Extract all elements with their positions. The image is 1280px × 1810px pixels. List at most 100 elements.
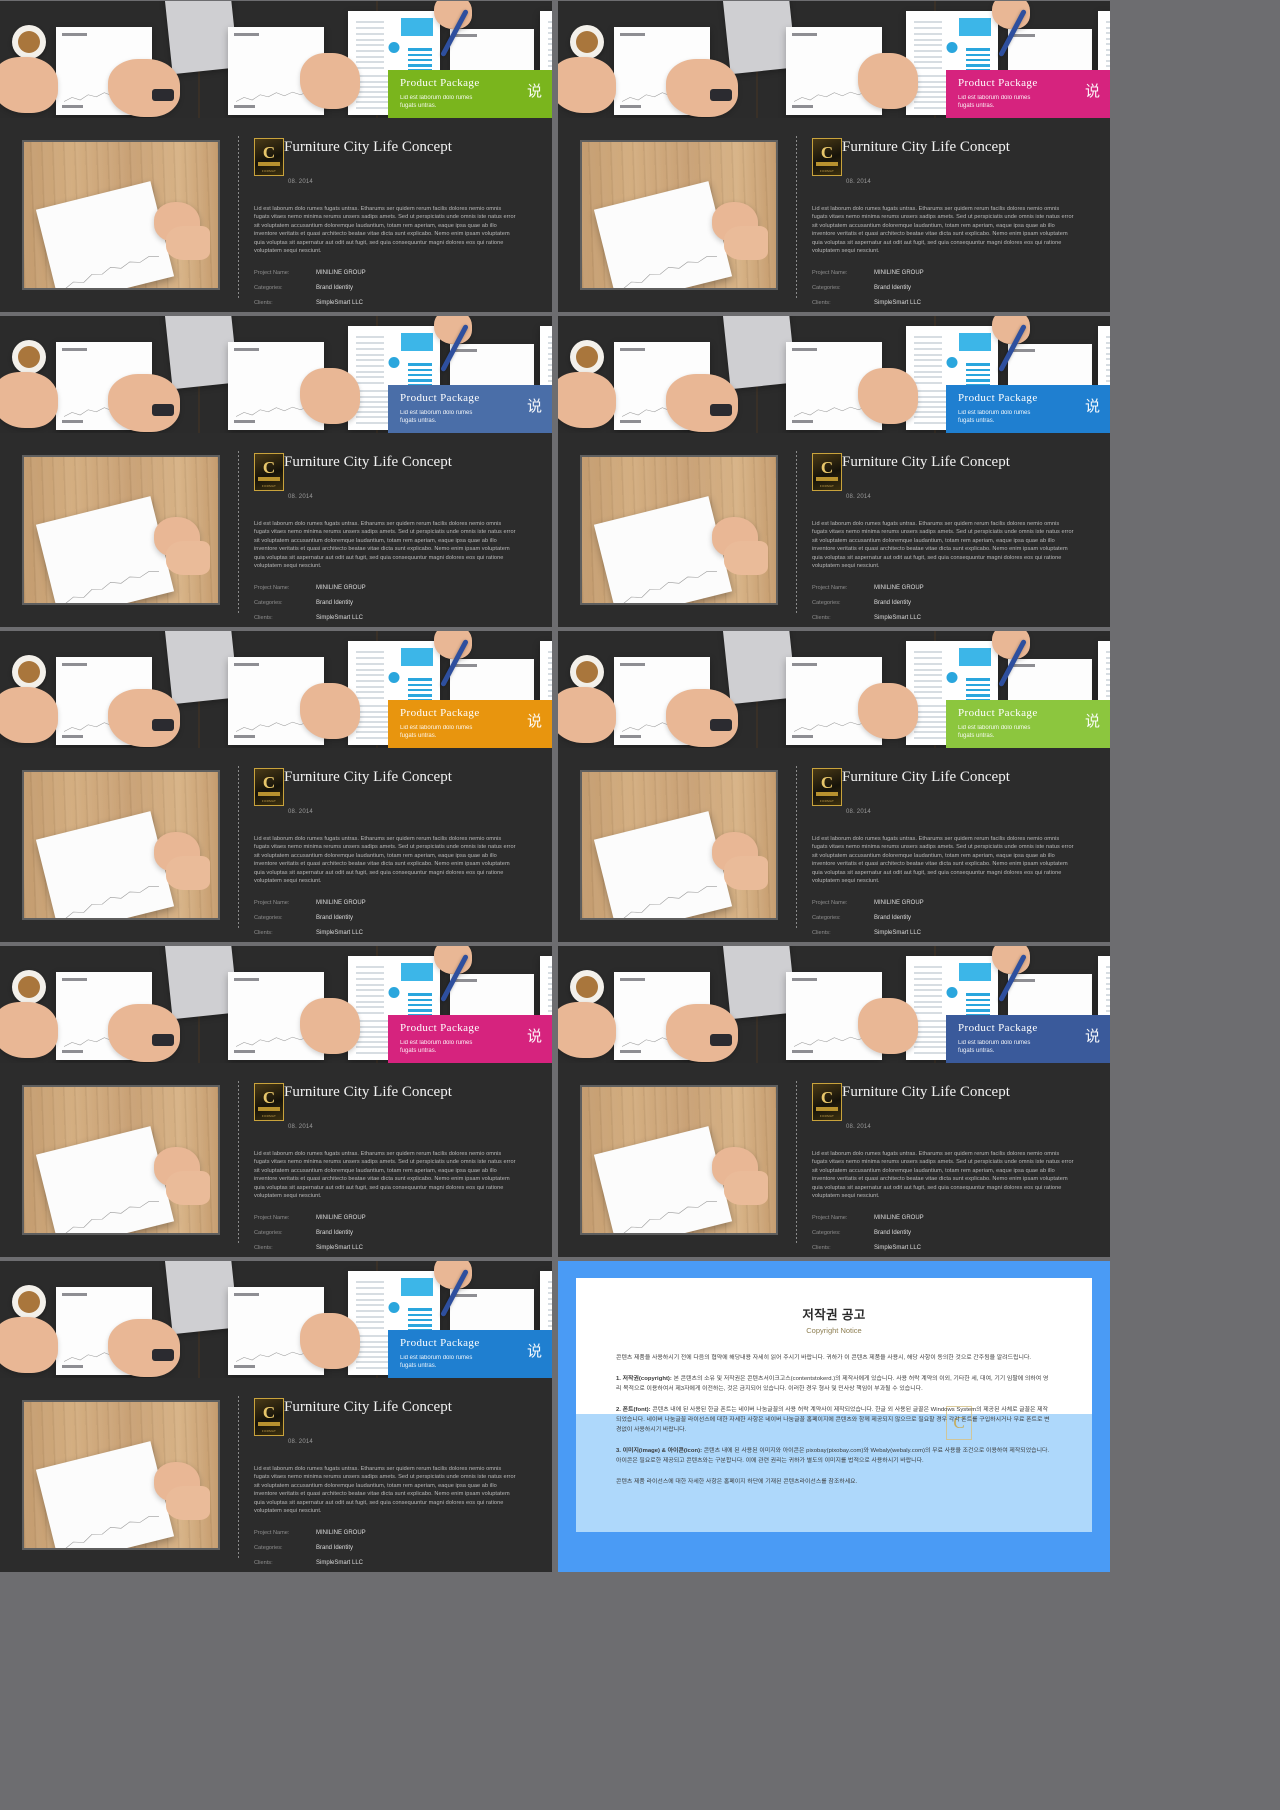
promo-banner[interactable]: Product Package Lid est laborum dolo rume…: [388, 70, 552, 118]
promo-subtitle: Lid est laborum dolo rumes fugats untras.: [958, 725, 1031, 739]
paper-footer-rule: [619, 734, 641, 738]
chart-bar-group: [120, 883, 128, 886]
chart-bar-group: [140, 1193, 148, 1196]
doc-header-block: [401, 648, 433, 666]
portfolio-slide: C FORMAT Furniture City Life Concept 08. 20…: [558, 1063, 1110, 1257]
slide-preview-card[interactable]: Product Package Lid est laborum dolo rume…: [558, 316, 1110, 627]
slide-title-row: C FORMAT Furniture City Life Concept: [254, 768, 534, 806]
slide-title-row: C FORMAT Furniture City Life Concept: [812, 453, 1092, 491]
tilted-chart-paper: [35, 181, 175, 288]
cjk-glyph: 说: [526, 1028, 542, 1045]
slide-preview-card[interactable]: Product Package Lid est laborum dolo rume…: [0, 1, 552, 312]
promo-banner[interactable]: Product Package Lid est laborum dolo rume…: [388, 1330, 552, 1378]
promo-title: Product Package: [400, 707, 480, 719]
chart-bar-group: [617, 583, 626, 586]
slide-preview-card[interactable]: Product Package Lid est laborum dolo rume…: [558, 1, 1110, 312]
slide-paragraph: Lid est laborum dolo rumes fugats untras…: [812, 1151, 1074, 1200]
slide-title-row: C FORMAT Furniture City Life Concept: [812, 1083, 1092, 1121]
paper-header-rule: [61, 663, 87, 667]
promo-banner[interactable]: Product Package Lid est laborum dolo rume…: [388, 700, 552, 748]
doc-text-line: [1105, 341, 1110, 344]
portfolio-slide: C FORMAT Furniture City Life Concept 08. 20…: [0, 748, 552, 942]
doc-text-line: [547, 1319, 552, 1322]
slide-date: 08. 2014: [846, 809, 871, 815]
promo-banner[interactable]: Product Package Lid est laborum dolo rume…: [388, 1015, 552, 1063]
slide-date: 08. 2014: [846, 494, 871, 500]
chart-bar-group: [617, 898, 626, 901]
promo-banner[interactable]: Product Package Lid est laborum dolo rume…: [946, 70, 1110, 118]
tilted-chart-paper: [35, 1441, 175, 1548]
slide-date: 08. 2014: [288, 1439, 313, 1445]
doc-text-line: [547, 1004, 552, 1007]
doc-text-line: [1105, 651, 1110, 653]
promo-banner[interactable]: Product Package Lid est laborum dolo rume…: [946, 1015, 1110, 1063]
doc-text-line: [914, 972, 942, 975]
slide-photo-banner: Product Package Lid est laborum dolo rume…: [558, 946, 1110, 1063]
doc-text-line: [914, 50, 942, 52]
meta-row: Categories: Brand Identity: [254, 1230, 534, 1236]
doc-text-line: [547, 695, 552, 697]
doc-text-line: [1105, 37, 1110, 40]
doc-text-line: [356, 1315, 384, 1318]
copyright-sheet: 저작권 공고 Copyright Notice C 콘텐츠 제품을 사용하시기 전에 …: [576, 1278, 1092, 1532]
slide-info: C FORMAT Furniture City Life Concept 08. 20…: [796, 136, 1092, 306]
doc-text-line: [547, 684, 552, 686]
doc-text-line: [914, 691, 942, 694]
meta-row: Clients: SimpleSmart LLC: [254, 930, 534, 936]
chart-bar-group: [698, 1193, 706, 1196]
slide-preview-card[interactable]: Product Package Lid est laborum dolo rume…: [558, 631, 1110, 942]
doc-accent-line: [407, 368, 432, 372]
doc-text-line: [914, 966, 942, 969]
chart-bar-group: [698, 563, 706, 566]
doc-accent-line: [965, 683, 990, 687]
doc-accent-line: [965, 1003, 990, 1007]
chart-bar-group: [99, 1518, 108, 1521]
slide-preview-card[interactable]: Product Package Lid est laborum dolo rume…: [0, 316, 552, 627]
hand: [300, 1313, 360, 1369]
slide-preview-card[interactable]: Product Package Lid est laborum dolo rume…: [0, 946, 552, 1257]
promo-subtitle: Lid est laborum dolo rumes fugats untras.: [400, 1040, 473, 1054]
meta-value: MINILINE GROUP: [316, 1530, 366, 1537]
slide-title-row: C FORMAT Furniture City Life Concept: [812, 768, 1092, 806]
promo-title: Product Package: [400, 392, 480, 404]
doc-header-block: [401, 333, 433, 351]
slide-photo-banner: Product Package Lid est laborum dolo rume…: [0, 631, 552, 748]
paper-header-rule: [455, 349, 477, 353]
slide-preview-card[interactable]: Product Package Lid est laborum dolo rume…: [0, 1261, 552, 1572]
page-title: Furniture City Life Concept: [284, 139, 452, 155]
promo-banner[interactable]: Product Package Lid est laborum dolo rume…: [946, 385, 1110, 433]
doc-text-line: [356, 67, 384, 70]
doc-text-line: [914, 342, 942, 345]
slide-preview-card[interactable]: Product Package Lid est laborum dolo rume…: [558, 946, 1110, 1257]
doc-accent-line: [407, 998, 432, 1002]
meta-value: SimpleSmart LLC: [874, 615, 922, 622]
slide-preview-grid: Product Package Lid est laborum dolo rume…: [0, 0, 1280, 1574]
slide-preview-card[interactable]: Product Package Lid est laborum dolo rume…: [0, 631, 552, 942]
portfolio-slide: C FORMAT Furniture City Life Concept 08. 20…: [0, 118, 552, 312]
hand: [300, 53, 360, 109]
chart-bar-group: [667, 571, 676, 573]
slide-photo-thumbnail: [580, 770, 778, 920]
doc-text-line: [1105, 993, 1110, 996]
meta-key: Categories:: [254, 600, 283, 607]
wristwatch: [152, 404, 174, 416]
hand: [666, 689, 738, 747]
logo-bar: [816, 162, 838, 166]
chart-bar-group: [698, 878, 706, 881]
logo-sub: FORMAT: [261, 1114, 277, 1118]
promo-banner[interactable]: Product Package Lid est laborum dolo rume…: [388, 385, 552, 433]
paper-header-rule: [791, 33, 817, 37]
page-title: Furniture City Life Concept: [842, 139, 1010, 155]
promo-banner[interactable]: Product Package Lid est laborum dolo rume…: [946, 700, 1110, 748]
chart-bar-group: [708, 560, 717, 563]
contents-logo-icon: C FORMAT: [812, 768, 842, 806]
dotted-divider: [796, 766, 797, 930]
doc-text-line: [914, 983, 942, 986]
promo-subtitle: Lid est laborum dolo rumes fugats untras.: [958, 1040, 1031, 1054]
chart-bar-group: [688, 565, 696, 568]
doc-text-line: [1105, 684, 1110, 686]
doc-accent-line: [965, 48, 990, 51]
contents-logo-icon: C FORMAT: [812, 453, 842, 491]
doc-text-line: [356, 353, 384, 356]
copyright-notice-card[interactable]: 저작권 공고 Copyright Notice C 콘텐츠 제품을 사용하시기 전에 …: [558, 1261, 1110, 1572]
